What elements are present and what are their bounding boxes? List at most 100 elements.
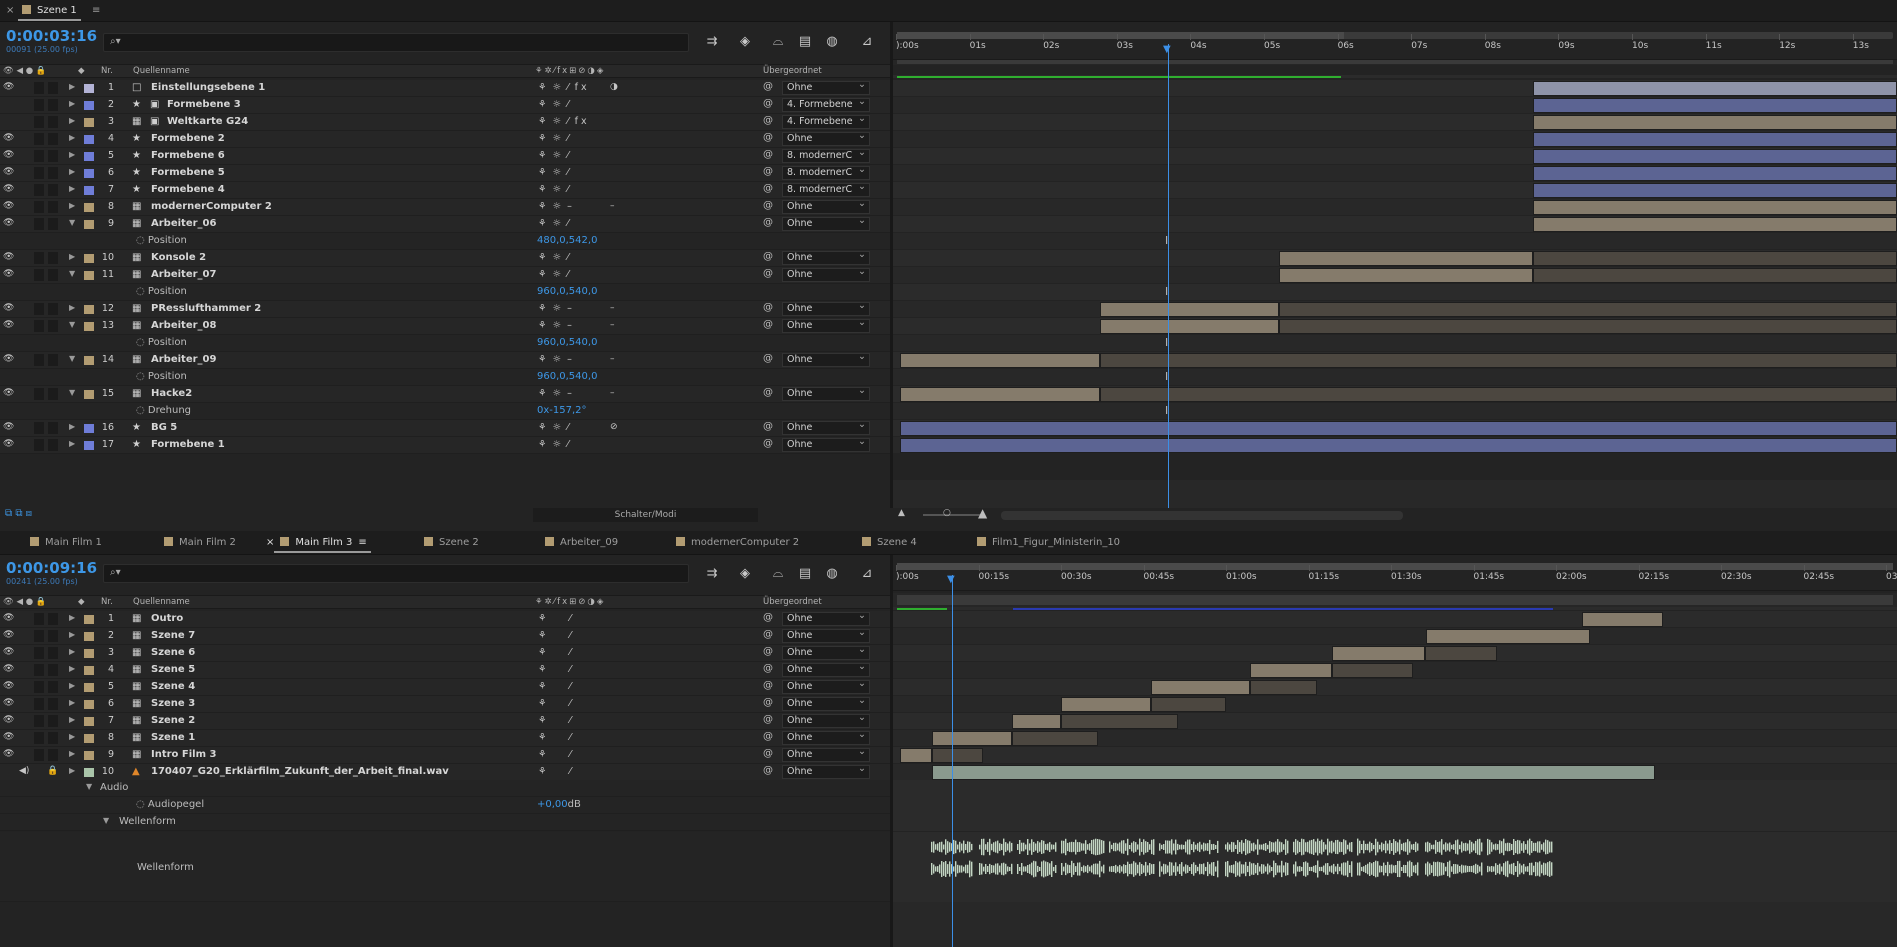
expand-triangle-icon[interactable]: ▶ [69,732,75,741]
layer-switches[interactable]: ⚘ ☼ – [538,201,578,212]
tab-arbeiter-09[interactable]: Arbeiter_09 [545,532,618,554]
parent-pickwhip-icon[interactable]: @ [763,714,773,725]
label-color-swatch[interactable] [84,441,94,450]
switch-icon[interactable]: ⚘ [538,715,550,726]
switch-box[interactable] [48,218,58,230]
property-row[interactable]: Drehung 0x-157,2° [0,403,890,420]
expand-triangle-icon[interactable]: ▶ [69,715,75,724]
switch-icon[interactable]: ⚘ [538,766,550,777]
parent-dropdown[interactable]: Ohne [782,200,870,214]
switch-icon[interactable]: ☼ [553,99,565,110]
expand-triangle-icon[interactable]: ▶ [69,664,75,673]
expand-triangle-icon[interactable]: ▶ [69,99,75,108]
layer-switches[interactable]: ⚘ ⁄ [538,715,574,726]
collapse-triangle-icon[interactable]: ▼ [69,320,75,329]
layer-duration-bar[interactable] [1012,731,1098,746]
visibility-eye-icon[interactable]: 👁 [3,252,14,262]
switch-icon[interactable]: – [567,388,575,399]
column-source-name[interactable]: Quellenname [133,597,190,607]
expand-triangle-icon[interactable]: ▶ [69,133,75,142]
parent-dropdown[interactable]: Ohne [782,714,870,728]
parent-dropdown[interactable]: Ohne [782,629,870,643]
parent-pickwhip-icon[interactable]: @ [763,200,773,211]
switch-icon[interactable]: ⚘ [538,664,550,675]
switch-icon[interactable]: ⁄ [567,133,572,144]
zoom-out-icon[interactable]: ▲ [898,508,905,518]
layer-mode-icon[interactable]: – [610,303,615,313]
property-row[interactable]: Position 960,0,540,0 [0,369,890,386]
expand-triangle-icon[interactable]: ▶ [69,252,75,261]
audio-level-value[interactable]: +0,00 [537,799,568,810]
layer-row[interactable]: 👁 ▼ 15 ▦ Hacke2 ⚘ ☼ – – @ Ohne [0,386,890,403]
switch-box[interactable] [48,698,58,710]
parent-dropdown[interactable]: Ohne [782,353,870,367]
label-color-swatch[interactable] [84,84,94,93]
bottom-layer-search-input[interactable]: ⌕▾ [103,564,689,583]
visibility-eye-icon[interactable]: 👁 [3,439,14,449]
switch-icon[interactable]: ⁄ [570,749,575,760]
label-color-swatch[interactable] [84,424,94,433]
switch-box[interactable] [48,269,58,281]
layer-duration-bar[interactable] [900,353,1100,368]
layer-name[interactable]: Hacke2 [151,388,192,399]
parent-dropdown[interactable]: Ohne [782,646,870,660]
layer-search-input[interactable]: ⌕▾ [103,33,689,52]
hide-shy-layers-icon[interactable]: ⌓ [770,566,786,581]
expand-triangle-icon[interactable]: ▶ [69,184,75,193]
hide-shy-layers-icon[interactable]: ⌓ [770,34,786,49]
layer-row[interactable]: 👁 ▶ 3 ▦ Szene 6 ⚘ ⁄ @ Ohne [0,645,890,662]
visibility-eye-icon[interactable]: 👁 [3,184,14,194]
visibility-eye-icon[interactable]: 👁 [3,388,14,398]
tab-szene-2[interactable]: Szene 2 [424,532,479,554]
visibility-eye-icon[interactable]: 👁 [3,681,14,691]
layer-duration-bar[interactable] [1533,115,1897,130]
tab-main-film-2[interactable]: Main Film 2 [164,532,236,554]
expand-triangle-icon[interactable]: ▶ [69,613,75,622]
switch-icon[interactable]: ⚘ [538,218,550,229]
layer-switches[interactable]: ⚘ ☼ – [538,303,578,314]
visibility-eye-icon[interactable]: 👁 [3,647,14,657]
switch-icon[interactable]: ⁄ [567,167,572,178]
switch-icon[interactable]: ☼ [553,133,565,144]
layer-switches[interactable]: ⚘ ⁄ [538,630,574,641]
composition-mini-flowchart-icon[interactable]: ⇉ [704,34,720,49]
layer-duration-bar[interactable] [1533,166,1897,181]
layer-name[interactable]: modernerComputer 2 [151,201,272,212]
switch-box[interactable] [34,167,44,179]
audio-speaker-icon[interactable]: ◀) [19,766,29,776]
switch-icon[interactable]: ⁄ [567,269,572,280]
layer-duration-bar[interactable] [900,387,1100,402]
time-navigator-range[interactable] [897,563,1893,570]
visibility-eye-icon[interactable]: 👁 [3,630,14,640]
layer-name[interactable]: Szene 2 [151,715,195,726]
parent-dropdown[interactable]: Ohne [782,663,870,677]
layer-row[interactable]: 👁 ▶ 6 ▦ Szene 3 ⚘ ⁄ @ Ohne [0,696,890,713]
work-area-bar[interactable] [893,60,1897,65]
layer-duration-bar[interactable] [1279,319,1897,334]
switch-box[interactable] [34,647,44,659]
switch-icon[interactable]: – [567,320,575,331]
switch-icon[interactable]: ⚘ [538,303,550,314]
layer-row[interactable]: 👁 ▶ 9 ▦ Intro Film 3 ⚘ ⁄ @ Ohne [0,747,890,764]
expand-triangle-icon[interactable]: ▶ [69,439,75,448]
switch-icon[interactable]: ⁄ [570,664,575,675]
visibility-eye-icon[interactable]: 👁 [3,303,14,313]
layer-row[interactable]: 👁 ▶ 17 ★ Formebene 1 ⚘ ☼ ⁄ @ Ohne [0,437,890,454]
switch-icon[interactable]: ⁄ [570,681,575,692]
layer-row[interactable]: 👁 ▶ 5 ★ Formebene 6 ⚘ ☼ ⁄ @8. modernerC [0,148,890,165]
layer-switches[interactable]: ⚘ ☼ ⁄ [538,439,575,450]
parent-dropdown[interactable]: Ohne [782,217,870,231]
label-color-swatch[interactable] [84,768,94,777]
switch-icon[interactable]: ⁄ [567,184,572,195]
visibility-eye-icon[interactable]: 👁 [3,269,14,279]
switch-icon[interactable]: ⚘ [538,749,550,760]
layer-name[interactable]: Szene 4 [151,681,195,692]
parent-dropdown[interactable]: Ohne [782,251,870,265]
label-color-swatch[interactable] [84,203,94,212]
layer-duration-bar[interactable] [1533,200,1897,215]
layer-name[interactable]: Formebene 5 [151,167,225,178]
zoom-in-icon[interactable]: ▲ [978,506,987,520]
bottom-time-navigator[interactable] [897,563,1893,570]
parent-pickwhip-icon[interactable]: @ [763,612,773,623]
switch-icon[interactable]: ⚘ [538,167,550,178]
